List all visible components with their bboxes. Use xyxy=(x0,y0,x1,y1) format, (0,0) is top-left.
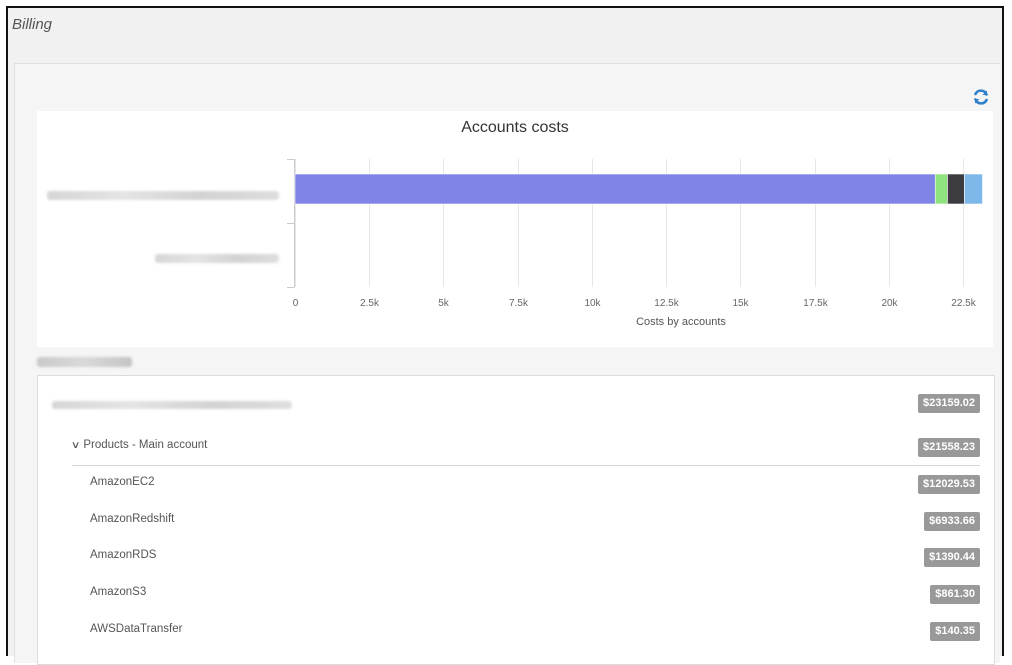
x-tick-label: 12.5k xyxy=(654,298,679,309)
accounts-costs-chart: Accounts costs 0 2.5k 5k 7.5k 10k 12.5k 15k 17.… xyxy=(37,111,993,347)
item-value-badge: $12029.53 xyxy=(918,475,980,494)
item-label: AWSDataTransfer xyxy=(90,623,183,635)
account-row[interactable]: $23159.02 xyxy=(38,386,994,422)
x-tick-label: 22.5k xyxy=(951,298,976,309)
item-label: AmazonS3 xyxy=(90,586,147,598)
item-label: AmazonRDS xyxy=(90,549,157,561)
account-label-2 xyxy=(155,254,279,263)
x-tick-label: 15k xyxy=(732,298,749,309)
list-item[interactable]: AWSDataTransfer $140.35 xyxy=(38,614,994,650)
x-tick-label: 5k xyxy=(438,298,450,309)
refresh-icon[interactable] xyxy=(972,88,990,106)
x-tick-label: 10k xyxy=(584,298,601,309)
group-total-badge: $21558.23 xyxy=(918,438,980,457)
chart-plot: 0 2.5k 5k 7.5k 10k 12.5k 15k 17.5k 20k 22.5k Costs… xyxy=(287,159,983,328)
item-value-badge: $6933.66 xyxy=(924,512,980,531)
item-value-badge: $1390.44 xyxy=(924,548,980,567)
x-tick-label: 0 xyxy=(293,298,299,309)
accounts-group-label xyxy=(37,357,132,367)
x-axis-title: Costs by accounts xyxy=(636,316,726,328)
chevron-down-icon[interactable]: ∨ xyxy=(71,440,81,451)
list-item[interactable]: AmazonS3 $861.30 xyxy=(38,577,994,613)
x-tick-label: 2.5k xyxy=(360,298,380,309)
group-label: ∨ Products - Main account xyxy=(71,439,208,451)
accounts-list: $23159.02 ∨ Products - Main account $2155… xyxy=(37,375,995,665)
account-total-badge: $23159.02 xyxy=(918,394,980,413)
bar-segment xyxy=(964,173,983,205)
group-label-text: Products - Main account xyxy=(83,439,208,451)
account-name xyxy=(52,401,292,409)
page-title: Billing xyxy=(12,16,53,33)
bar-segment xyxy=(934,173,948,205)
item-value-badge: $140.35 xyxy=(930,622,980,641)
bar-segment xyxy=(947,173,965,205)
group-row[interactable]: ∨ Products - Main account $21558.23 xyxy=(38,430,994,466)
group-divider xyxy=(72,465,980,466)
item-value-badge: $861.30 xyxy=(930,585,980,604)
x-tick-label: 20k xyxy=(881,298,898,309)
list-item[interactable]: AmazonRedshift $6933.66 xyxy=(38,504,994,540)
x-tick-label: 17.5k xyxy=(803,298,828,309)
list-item[interactable]: AmazonEC2 $12029.53 xyxy=(38,467,994,503)
account-label-1 xyxy=(47,191,279,200)
item-label: AmazonRedshift xyxy=(90,513,175,525)
x-tick-label: 7.5k xyxy=(509,298,529,309)
list-item[interactable]: AmazonRDS $1390.44 xyxy=(38,540,994,576)
bar-segment xyxy=(294,173,936,205)
item-label: AmazonEC2 xyxy=(90,476,155,488)
